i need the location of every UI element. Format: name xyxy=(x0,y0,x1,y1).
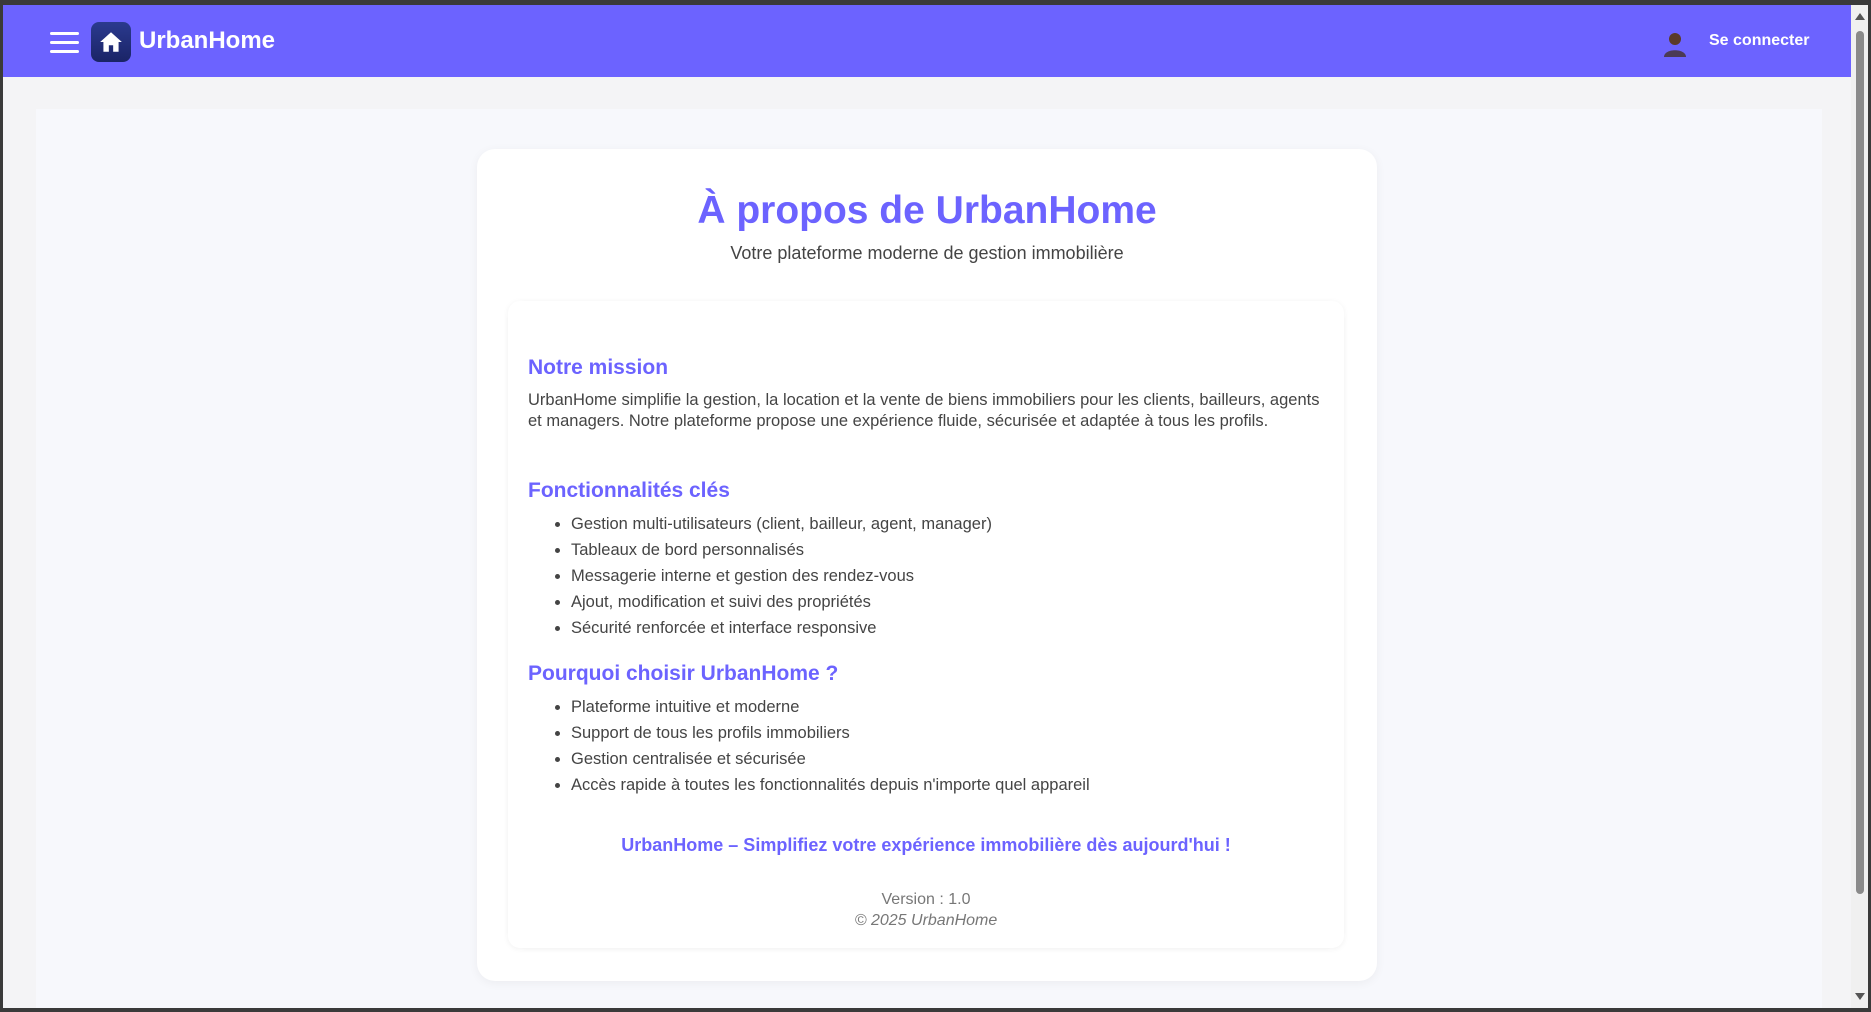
about-content-panel: Notre mission UrbanHome simplifie la ges… xyxy=(508,301,1344,948)
copyright-text: © 2025 UrbanHome xyxy=(854,912,998,929)
features-list: Gestion multi-utilisateurs (client, bail… xyxy=(528,511,992,641)
browser-viewport: UrbanHome Se connecter À propos de Urban… xyxy=(3,5,1851,1008)
main-content: À propos de UrbanHome Votre plateforme m… xyxy=(36,109,1822,1008)
user-icon[interactable] xyxy=(1663,31,1687,57)
slogan-text: UrbanHome – Simplifiez votre expérience … xyxy=(621,835,1231,855)
why-list: Plateforme intuitive et moderne Support … xyxy=(528,694,1090,798)
login-button[interactable]: Se connecter xyxy=(1709,32,1809,50)
scroll-down-icon[interactable] xyxy=(1855,993,1865,1000)
scroll-up-icon[interactable] xyxy=(1855,13,1865,20)
list-item: Sécurité renforcée et interface responsi… xyxy=(571,615,992,641)
vertical-scrollbar[interactable] xyxy=(1851,5,1868,1008)
list-item: Gestion centralisée et sécurisée xyxy=(571,746,1090,772)
about-card: À propos de UrbanHome Votre plateforme m… xyxy=(477,149,1377,981)
features-heading: Fonctionnalités clés xyxy=(528,479,730,502)
brand-name[interactable]: UrbanHome xyxy=(139,27,275,55)
list-item: Accès rapide à toutes les fonctionnalité… xyxy=(571,772,1090,798)
home-icon[interactable] xyxy=(91,22,131,62)
list-item: Ajout, modification et suivi des proprié… xyxy=(571,589,992,615)
scroll-thumb[interactable] xyxy=(1856,31,1864,894)
list-item: Gestion multi-utilisateurs (client, bail… xyxy=(571,511,992,537)
top-navbar: UrbanHome Se connecter xyxy=(3,5,1851,77)
list-item: Support de tous les profils immobiliers xyxy=(571,720,1090,746)
hamburger-menu-icon[interactable] xyxy=(50,32,79,54)
mission-text: UrbanHome simplifie la gestion, la locat… xyxy=(528,391,1320,430)
page-subtitle: Votre plateforme moderne de gestion immo… xyxy=(730,243,1124,263)
page-title: À propos de UrbanHome xyxy=(697,189,1157,232)
why-heading: Pourquoi choisir UrbanHome ? xyxy=(528,662,839,685)
list-item: Messagerie interne et gestion des rendez… xyxy=(571,563,992,589)
mission-heading: Notre mission xyxy=(528,356,669,379)
list-item: Tableaux de bord personnalisés xyxy=(571,537,992,563)
list-item: Plateforme intuitive et moderne xyxy=(571,694,1090,720)
version-text: Version : 1.0 xyxy=(881,891,971,908)
